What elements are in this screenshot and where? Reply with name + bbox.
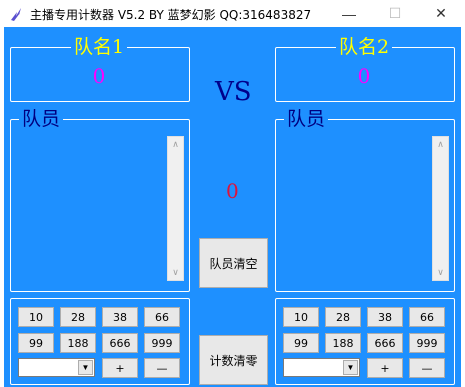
team2-score: 0 bbox=[357, 64, 371, 88]
vs-label: VS bbox=[215, 77, 252, 107]
team2-add-button[interactable]: 28 bbox=[325, 307, 361, 327]
team1-members-list[interactable] bbox=[15, 130, 185, 288]
team1-add-button[interactable]: 99 bbox=[18, 333, 54, 353]
dropdown-arrow-icon[interactable]: ▼ bbox=[343, 360, 358, 375]
team2-controls-group: 10 28 38 66 99 188 666 999 ▼ + — bbox=[275, 298, 455, 385]
team1-scrollbar[interactable]: ∧ ∨ bbox=[167, 136, 184, 281]
dropdown-arrow-icon[interactable]: ▼ bbox=[78, 360, 93, 375]
team2-amount-dropdown[interactable]: ▼ bbox=[283, 358, 360, 377]
team1-controls-group: 10 28 38 66 99 188 666 999 ▼ + — bbox=[10, 298, 190, 385]
team2-add-button[interactable]: 999 bbox=[409, 333, 445, 353]
team1-group: 队名1 0 bbox=[10, 36, 190, 102]
team2-name[interactable]: 队名2 bbox=[336, 36, 393, 58]
team1-amount-dropdown[interactable]: ▼ bbox=[18, 358, 95, 377]
team1-name[interactable]: 队名1 bbox=[71, 36, 128, 58]
team2-add-button[interactable]: 666 bbox=[367, 333, 403, 353]
team2-members-list[interactable] bbox=[280, 130, 450, 288]
team2-members-group: 队员 ∧ ∨ bbox=[275, 108, 455, 292]
team1-plus-button[interactable]: + bbox=[102, 358, 138, 378]
team1-members-label: 队员 bbox=[19, 108, 64, 130]
scroll-up-arrow-icon[interactable]: ∧ bbox=[433, 137, 448, 152]
team1-add-button[interactable]: 66 bbox=[144, 307, 180, 327]
window-title: 主播专用计数器 V5.2 BY 蓝梦幻影 QQ:316483827 bbox=[30, 8, 312, 22]
clear-members-button[interactable]: 队员清空 bbox=[199, 238, 268, 288]
team1-add-button[interactable]: 188 bbox=[60, 333, 96, 353]
team2-add-button[interactable]: 188 bbox=[325, 333, 361, 353]
title-bar[interactable]: 主播专用计数器 V5.2 BY 蓝梦幻影 QQ:316483827 — ☐ ✕ bbox=[0, 0, 465, 27]
team2-minus-button[interactable]: — bbox=[409, 358, 445, 378]
team1-members-group: 队员 ∧ ∨ bbox=[10, 108, 190, 292]
scroll-up-arrow-icon[interactable]: ∧ bbox=[168, 137, 183, 152]
client-area: 队名1 0 队名2 0 VS 0 队员 ∧ ∨ 队员 ∧ ∨ 队员清空 计数清零… bbox=[4, 27, 461, 387]
team2-add-button[interactable]: 66 bbox=[409, 307, 445, 327]
maximize-button[interactable]: ☐ bbox=[372, 0, 418, 27]
team1-add-button[interactable]: 10 bbox=[18, 307, 54, 327]
team2-add-button[interactable]: 38 bbox=[367, 307, 403, 327]
team1-score: 0 bbox=[92, 64, 106, 88]
clear-count-button[interactable]: 计数清零 bbox=[199, 335, 268, 385]
team2-members-label: 队员 bbox=[284, 108, 329, 130]
team1-add-button[interactable]: 28 bbox=[60, 307, 96, 327]
minimize-button[interactable]: — bbox=[326, 0, 372, 27]
team2-add-button[interactable]: 99 bbox=[283, 333, 319, 353]
counter-window: 主播专用计数器 V5.2 BY 蓝梦幻影 QQ:316483827 — ☐ ✕ … bbox=[0, 0, 465, 387]
center-score: 0 bbox=[226, 179, 239, 203]
team1-add-button[interactable]: 38 bbox=[102, 307, 138, 327]
team1-add-button[interactable]: 999 bbox=[144, 333, 180, 353]
team1-minus-button[interactable]: — bbox=[144, 358, 180, 378]
scroll-down-arrow-icon[interactable]: ∨ bbox=[168, 265, 183, 280]
team2-add-button[interactable]: 10 bbox=[283, 307, 319, 327]
team2-group: 队名2 0 bbox=[275, 36, 455, 102]
team2-plus-button[interactable]: + bbox=[367, 358, 403, 378]
scroll-down-arrow-icon[interactable]: ∨ bbox=[433, 265, 448, 280]
close-button[interactable]: ✕ bbox=[418, 0, 464, 27]
team2-scrollbar[interactable]: ∧ ∨ bbox=[432, 136, 449, 281]
team1-add-button[interactable]: 666 bbox=[102, 333, 138, 353]
app-icon bbox=[11, 8, 21, 21]
